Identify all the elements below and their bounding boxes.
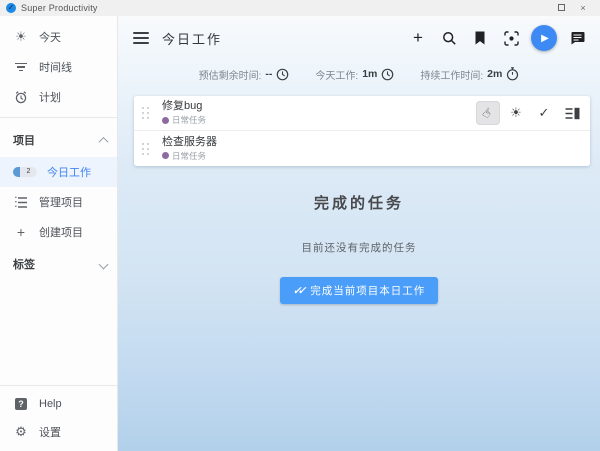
tag-color-dot <box>162 116 169 124</box>
sidebar-item-timeline[interactable]: 时间线 <box>0 52 117 82</box>
chevron-down-icon <box>98 259 109 269</box>
task-row[interactable]: 检查服务器 日常任务 <box>134 131 590 166</box>
finish-day-button-label: 完成当前项目本日工作 <box>310 285 426 297</box>
bookmark-icon[interactable] <box>469 27 491 49</box>
sidebar-item-manage-projects[interactable]: 管理项目 <box>0 187 117 217</box>
hamburger-menu-icon[interactable] <box>133 29 149 47</box>
drag-handle[interactable] <box>142 107 156 119</box>
task-content: 修复bug 日常任务 <box>162 100 476 126</box>
page-title: 今日工作 <box>162 31 223 47</box>
search-icon[interactable] <box>438 27 460 49</box>
task-content: 检查服务器 日常任务 <box>162 136 584 162</box>
play-button[interactable]: ▶ <box>531 25 557 51</box>
sidebar-item-settings[interactable]: ⚙ 设置 <box>0 417 117 447</box>
stat-continuous-work: 持续工作时间: 2m <box>420 67 519 82</box>
check-icon: ✓ <box>538 105 550 120</box>
timeline-icon <box>13 61 29 74</box>
add-to-today-button[interactable]: ☀ <box>504 101 528 125</box>
list-icon <box>13 196 29 209</box>
stat-worked-today: 今天工作: 1m <box>315 67 394 82</box>
clock-icon <box>382 68 394 80</box>
sidebar-item-label: 时间线 <box>39 62 72 74</box>
tag-label: 日常任务 <box>172 150 207 161</box>
sidebar-divider <box>0 117 117 118</box>
sun-icon: ☀ <box>15 29 27 44</box>
add-task-button[interactable]: + <box>407 27 429 49</box>
maximize-button[interactable] <box>550 3 572 13</box>
sidebar-item-label: 设置 <box>39 427 61 439</box>
sidebar-item-help[interactable]: ? Help <box>0 391 117 417</box>
app-title: Super Productivity <box>21 3 98 13</box>
header-toolbar: + ▶ <box>407 25 588 51</box>
sidebar-footer: ? Help ⚙ 设置 <box>0 380 117 451</box>
completed-tasks-heading: 完成的任务 <box>313 195 404 212</box>
gear-icon: ⚙ <box>15 424 27 439</box>
sidebar-item-label: 今天 <box>39 32 61 44</box>
window-titlebar: ✓ Super Productivity × <box>0 0 600 16</box>
help-icon: ? <box>13 398 29 410</box>
sidebar-item-label: 计划 <box>39 92 61 104</box>
sidebar-item-create-project[interactable]: + 创建项目 <box>0 217 117 247</box>
double-check-icon: ✓✓ <box>292 284 306 297</box>
task-tags: 日常任务 <box>162 150 584 162</box>
main-header: 今日工作 + ▶ <box>118 16 600 60</box>
focus-mode-icon[interactable] <box>500 27 522 49</box>
task-title: 修复bug <box>162 100 203 112</box>
finish-day-button[interactable]: ✓✓ 完成当前项目本日工作 <box>279 277 439 304</box>
sidebar-item-today-work[interactable]: 2 今日工作 <box>0 157 117 187</box>
tag-color-dot <box>162 152 169 159</box>
task-list: 修复bug 日常任务 ☞ ☀ ✓ 检查服务器 日常任务 <box>134 96 590 166</box>
pointer-hand-icon: ☞ <box>478 103 498 122</box>
sidebar-section-tags[interactable]: 标签 <box>0 247 117 281</box>
open-detail-panel-button[interactable] <box>560 101 584 125</box>
section-label: 项目 <box>13 135 35 147</box>
section-label: 标签 <box>13 259 35 271</box>
close-button[interactable]: × <box>572 3 594 13</box>
play-icon: ▶ <box>541 32 549 44</box>
app-logo-icon: ✓ <box>6 3 16 13</box>
sidebar-divider <box>0 385 117 386</box>
time-stats-bar: 预估剩余时间: -- 今天工作: 1m 持续工作时间: 2m <box>118 62 600 86</box>
main-area: 今日工作 + ▶ 预估剩余时间: -- 今天工作: 1m 持续工作时间: 2m … <box>118 16 600 451</box>
alarm-clock-icon <box>13 90 29 104</box>
task-row[interactable]: 修复bug 日常任务 ☞ ☀ ✓ <box>134 96 590 131</box>
sidebar-item-today[interactable]: ☀ 今天 <box>0 22 117 52</box>
project-color-bar <box>13 167 20 177</box>
sidebar-item-label: 创建项目 <box>39 227 83 239</box>
sun-icon: ☀ <box>510 105 522 120</box>
maximize-icon <box>557 4 565 11</box>
completed-tasks-section: 完成的任务 目前还没有完成的任务 ✓✓ 完成当前项目本日工作 <box>118 192 600 304</box>
sidebar-item-label: 管理项目 <box>39 197 83 209</box>
sidebar-item-label: Help <box>39 398 62 410</box>
sidebar: ☀ 今天 时间线 计划 项目 2 今日工作 管理项目 + 创建项目 标签 ? H… <box>0 16 118 451</box>
task-count-badge: 2 <box>26 168 31 175</box>
clock-icon <box>277 68 289 80</box>
completed-tasks-empty-text: 目前还没有完成的任务 <box>301 242 417 254</box>
chevron-up-icon <box>98 136 109 147</box>
tag-label: 日常任务 <box>172 115 207 125</box>
stopwatch-icon <box>507 67 519 81</box>
project-badge: 2 <box>13 167 37 177</box>
mark-done-button[interactable]: ✓ <box>532 101 556 125</box>
detail-panel-icon <box>565 107 579 119</box>
sidebar-item-label: 今日工作 <box>47 167 91 179</box>
sidebar-item-plan[interactable]: 计划 <box>0 82 117 112</box>
notes-icon[interactable] <box>566 27 588 49</box>
stat-estimate-remaining: 预估剩余时间: -- <box>199 67 290 82</box>
task-tags: 日常任务 <box>162 114 476 126</box>
plus-icon: + <box>16 224 26 240</box>
drag-pointer-button[interactable]: ☞ <box>476 101 500 125</box>
task-hover-actions: ☞ ☀ ✓ <box>476 101 584 125</box>
drag-handle[interactable] <box>142 142 156 155</box>
sidebar-section-projects[interactable]: 项目 <box>0 123 117 157</box>
task-title: 检查服务器 <box>162 135 217 148</box>
